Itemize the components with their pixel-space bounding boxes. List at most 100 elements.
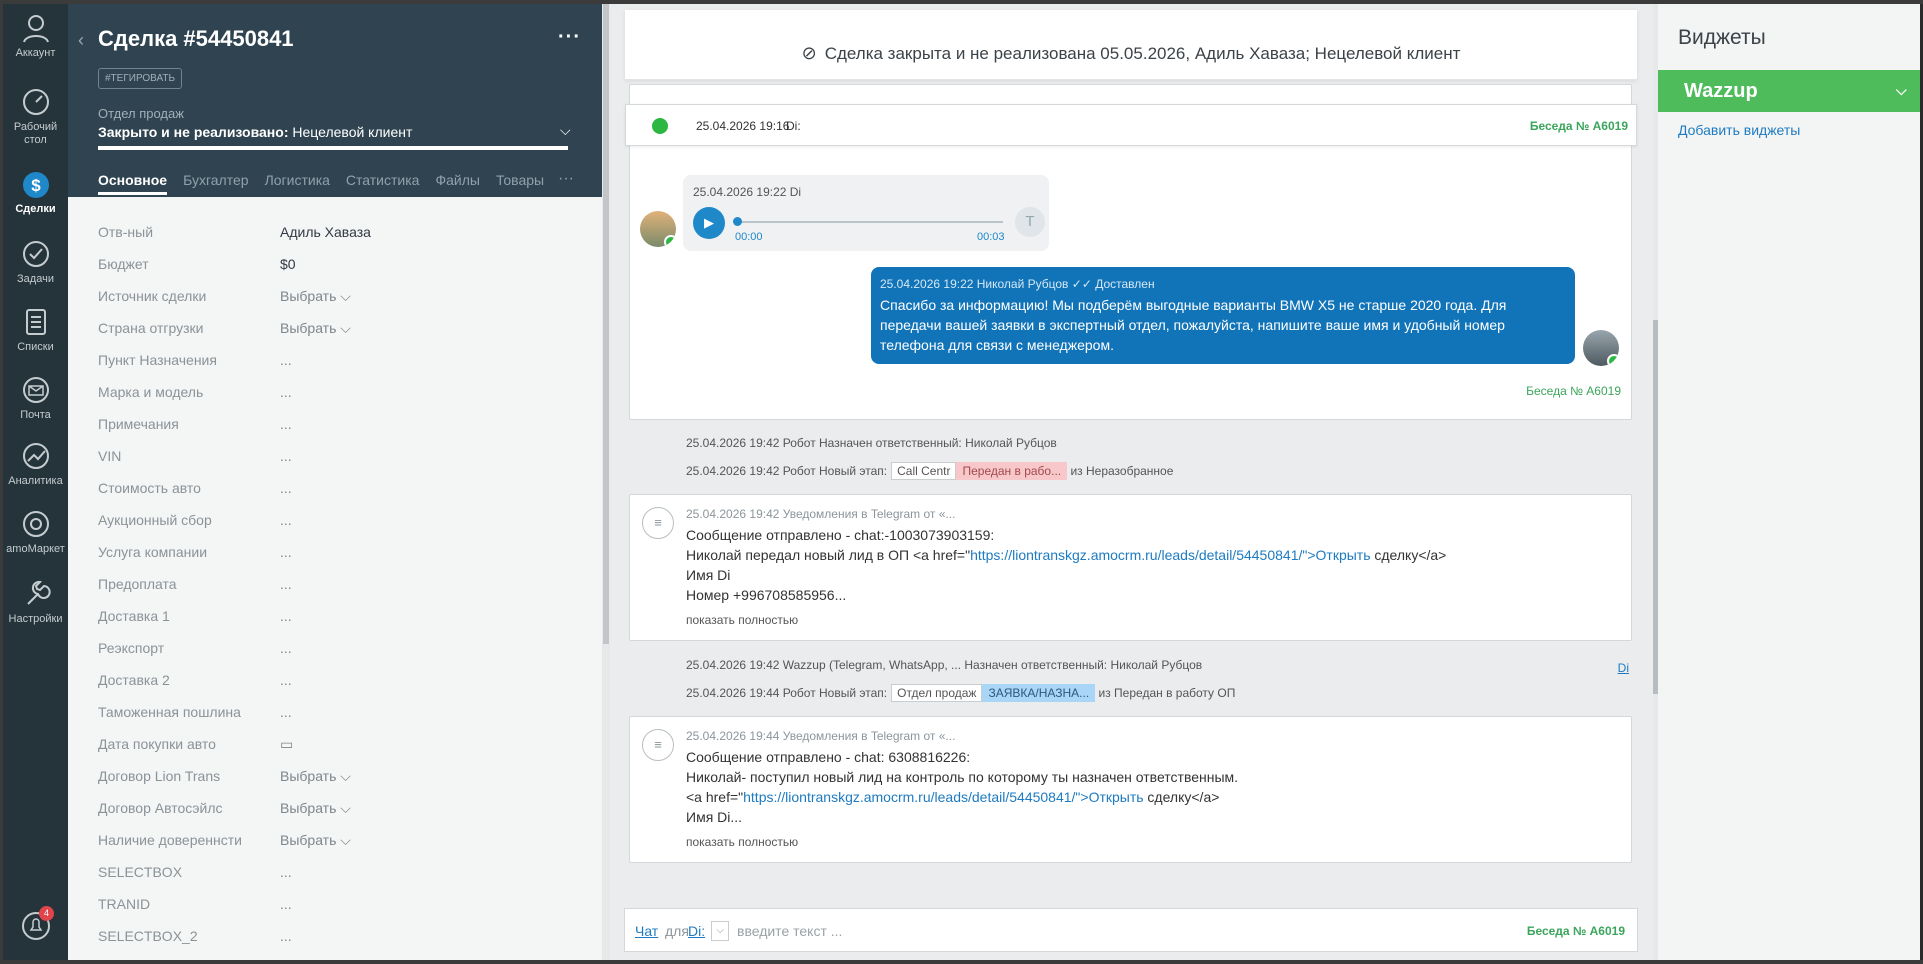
deal-link[interactable]: https://liontranskgz.amocrm.ru/leads/det…: [743, 789, 1143, 805]
strip-conversation-id[interactable]: Беседа № А6019: [1530, 119, 1628, 133]
field-value[interactable]: ...: [280, 696, 292, 728]
field-value[interactable]: ...: [280, 536, 292, 568]
deal-field[interactable]: Наличие довереннсти Выбрать ⌵: [98, 824, 568, 856]
nav-item-tasks[interactable]: Задачи: [3, 238, 68, 285]
stage-to: ЗАЯВКА/НАЗНА...: [982, 684, 1096, 702]
voice-track[interactable]: [735, 221, 1003, 223]
deal-field[interactable]: Услуга компании...: [98, 536, 568, 568]
deal-field[interactable]: Реэкспорт...: [98, 632, 568, 664]
deal-field[interactable]: Стоимость авто...: [98, 472, 568, 504]
field-value[interactable]: Выбрать ⌵: [280, 280, 351, 312]
deal-field[interactable]: Таможенная пошлина...: [98, 696, 568, 728]
field-value[interactable]: Выбрать ⌵: [280, 312, 351, 344]
tab-files[interactable]: Файлы: [435, 172, 479, 188]
recipient-link[interactable]: Di:: [688, 923, 705, 939]
note-meta: 25.04.2026 19:42 Уведомления в Telegram …: [686, 507, 956, 521]
voice-time-end: 00:03: [977, 231, 1005, 243]
message-input-bar[interactable]: Чат для Di: ⌵ введите текст ... Беседа №…: [624, 908, 1638, 952]
voice-progress-dot[interactable]: [733, 217, 742, 226]
transcribe-button[interactable]: T: [1015, 207, 1045, 237]
avatar: [640, 211, 676, 247]
deal-field[interactable]: VIN...: [98, 440, 568, 472]
tab-goods[interactable]: Товары: [496, 172, 544, 188]
field-value[interactable]: ...: [280, 376, 292, 408]
chevron-down-icon[interactable]: ⌵: [711, 921, 729, 941]
tab-main[interactable]: Основное: [98, 172, 168, 195]
field-value[interactable]: Выбрать ⌵: [280, 824, 351, 856]
status-select[interactable]: Закрыто и не реализовано: Нецелевой клие…: [98, 124, 412, 140]
field-value[interactable]: ...: [280, 504, 292, 536]
deal-field[interactable]: Доставка 2...: [98, 664, 568, 696]
field-value[interactable]: $0: [280, 248, 296, 280]
deal-field[interactable]: Марка и модель...: [98, 376, 568, 408]
deal-scrollbar[interactable]: [602, 4, 610, 960]
deal-field[interactable]: SELECTBOX_2...: [98, 920, 568, 952]
chevron-down-icon[interactable]: ⌵: [560, 122, 571, 139]
system-event: 25.04.2026 19:42 Wazzup (Telegram, Whats…: [686, 658, 1203, 672]
deal-field[interactable]: Предоплата...: [98, 568, 568, 600]
tab-stats[interactable]: Статистика: [346, 172, 420, 188]
tag-button[interactable]: #ТЕГИРОВАТЬ: [98, 68, 183, 89]
deal-field[interactable]: Отв-ный Адиль Хаваза: [98, 216, 568, 248]
deal-field[interactable]: SELECTBOX...: [98, 856, 568, 888]
play-icon[interactable]: ▶: [693, 207, 725, 239]
field-value[interactable]: ...: [280, 600, 292, 632]
nav-item-settings[interactable]: Настройки: [3, 578, 68, 625]
deal-field[interactable]: Договор Автосэйлс Выбрать ⌵: [98, 792, 568, 824]
deal-field[interactable]: Договор Lion Trans Выбрать ⌵: [98, 760, 568, 792]
deal-field[interactable]: Источник сделки Выбрать ⌵: [98, 280, 568, 312]
analytics-icon: [22, 443, 49, 469]
field-value[interactable]: ...: [280, 856, 292, 888]
scroll-thumb[interactable]: [603, 4, 609, 644]
nav-item-account[interactable]: Аккаунт: [3, 12, 68, 59]
more-menu-icon[interactable]: ···: [558, 26, 581, 49]
field-value[interactable]: ...: [280, 664, 292, 696]
field-value[interactable]: Адиль Хаваза: [280, 216, 371, 248]
field-value[interactable]: ...: [280, 344, 292, 376]
nav-item-deals[interactable]: $ Сделки: [3, 168, 68, 215]
deal-field[interactable]: Доставка 1...: [98, 600, 568, 632]
field-value[interactable]: ...: [280, 632, 292, 664]
field-value[interactable]: ...: [280, 568, 292, 600]
nav-item-lists[interactable]: Списки: [3, 306, 68, 353]
nav-item-market[interactable]: amoМаркет: [3, 508, 68, 555]
closed-banner-text: Сделка закрыта и не реализована 05.05.20…: [824, 44, 1461, 63]
field-value[interactable]: ...: [280, 408, 292, 440]
nav-item-mail[interactable]: Почта: [3, 374, 68, 421]
deal-field[interactable]: Аукционный сбор...: [98, 504, 568, 536]
field-value[interactable]: ▭: [280, 728, 293, 760]
show-more-link[interactable]: показать полностью: [686, 613, 798, 627]
deal-field[interactable]: Страна отгрузки Выбрать ⌵: [98, 312, 568, 344]
message-input[interactable]: введите текст ...: [737, 923, 842, 939]
contact-link[interactable]: Di: [1618, 661, 1629, 675]
nav-item-analytics[interactable]: Аналитика: [3, 440, 68, 487]
back-arrow-icon[interactable]: ‹: [78, 30, 84, 51]
note-line: <a href="https://liontranskgz.amocrm.ru/…: [686, 787, 1616, 807]
deal-link[interactable]: https://liontranskgz.amocrm.ru/leads/det…: [970, 547, 1370, 563]
field-value[interactable]: ...: [280, 440, 292, 472]
wazzup-widget[interactable]: Wazzup ⌵: [1658, 70, 1923, 112]
show-more-link[interactable]: показать полностью: [686, 835, 798, 849]
field-value[interactable]: ...: [280, 472, 292, 504]
notifications-button[interactable]: 4: [3, 906, 68, 945]
field-value[interactable]: ...: [280, 888, 292, 920]
field-value[interactable]: Выбрать ⌵: [280, 760, 351, 792]
tab-logistics[interactable]: Логистика: [265, 172, 330, 188]
field-value[interactable]: ...: [280, 920, 292, 952]
deal-field[interactable]: TRANID...: [98, 888, 568, 920]
deal-field[interactable]: Бюджет $0: [98, 248, 568, 280]
field-value[interactable]: Выбрать ⌵: [280, 792, 351, 824]
deal-field[interactable]: Пункт Назначения...: [98, 344, 568, 376]
nav-item-dashboard[interactable]: Рабочий стол: [3, 86, 68, 147]
tabs-more-icon[interactable]: ···: [558, 170, 574, 188]
deal-field[interactable]: Примечания...: [98, 408, 568, 440]
widgets-panel: Виджеты Wazzup ⌵ Добавить виджеты: [1658, 4, 1923, 960]
input-conversation-id[interactable]: Беседа № А6019: [1527, 924, 1625, 938]
nav-label: Аналитика: [8, 475, 63, 487]
tab-accounting[interactable]: Бухгалтер: [183, 172, 248, 188]
chevron-down-icon[interactable]: ⌵: [1896, 82, 1907, 99]
deal-field[interactable]: Дата покупки авто ▭: [98, 728, 568, 760]
channel-chat-link[interactable]: Чат: [635, 923, 658, 939]
conversation-id[interactable]: Беседа № А6019: [1526, 384, 1621, 398]
add-widgets-link[interactable]: Добавить виджеты: [1678, 122, 1800, 138]
